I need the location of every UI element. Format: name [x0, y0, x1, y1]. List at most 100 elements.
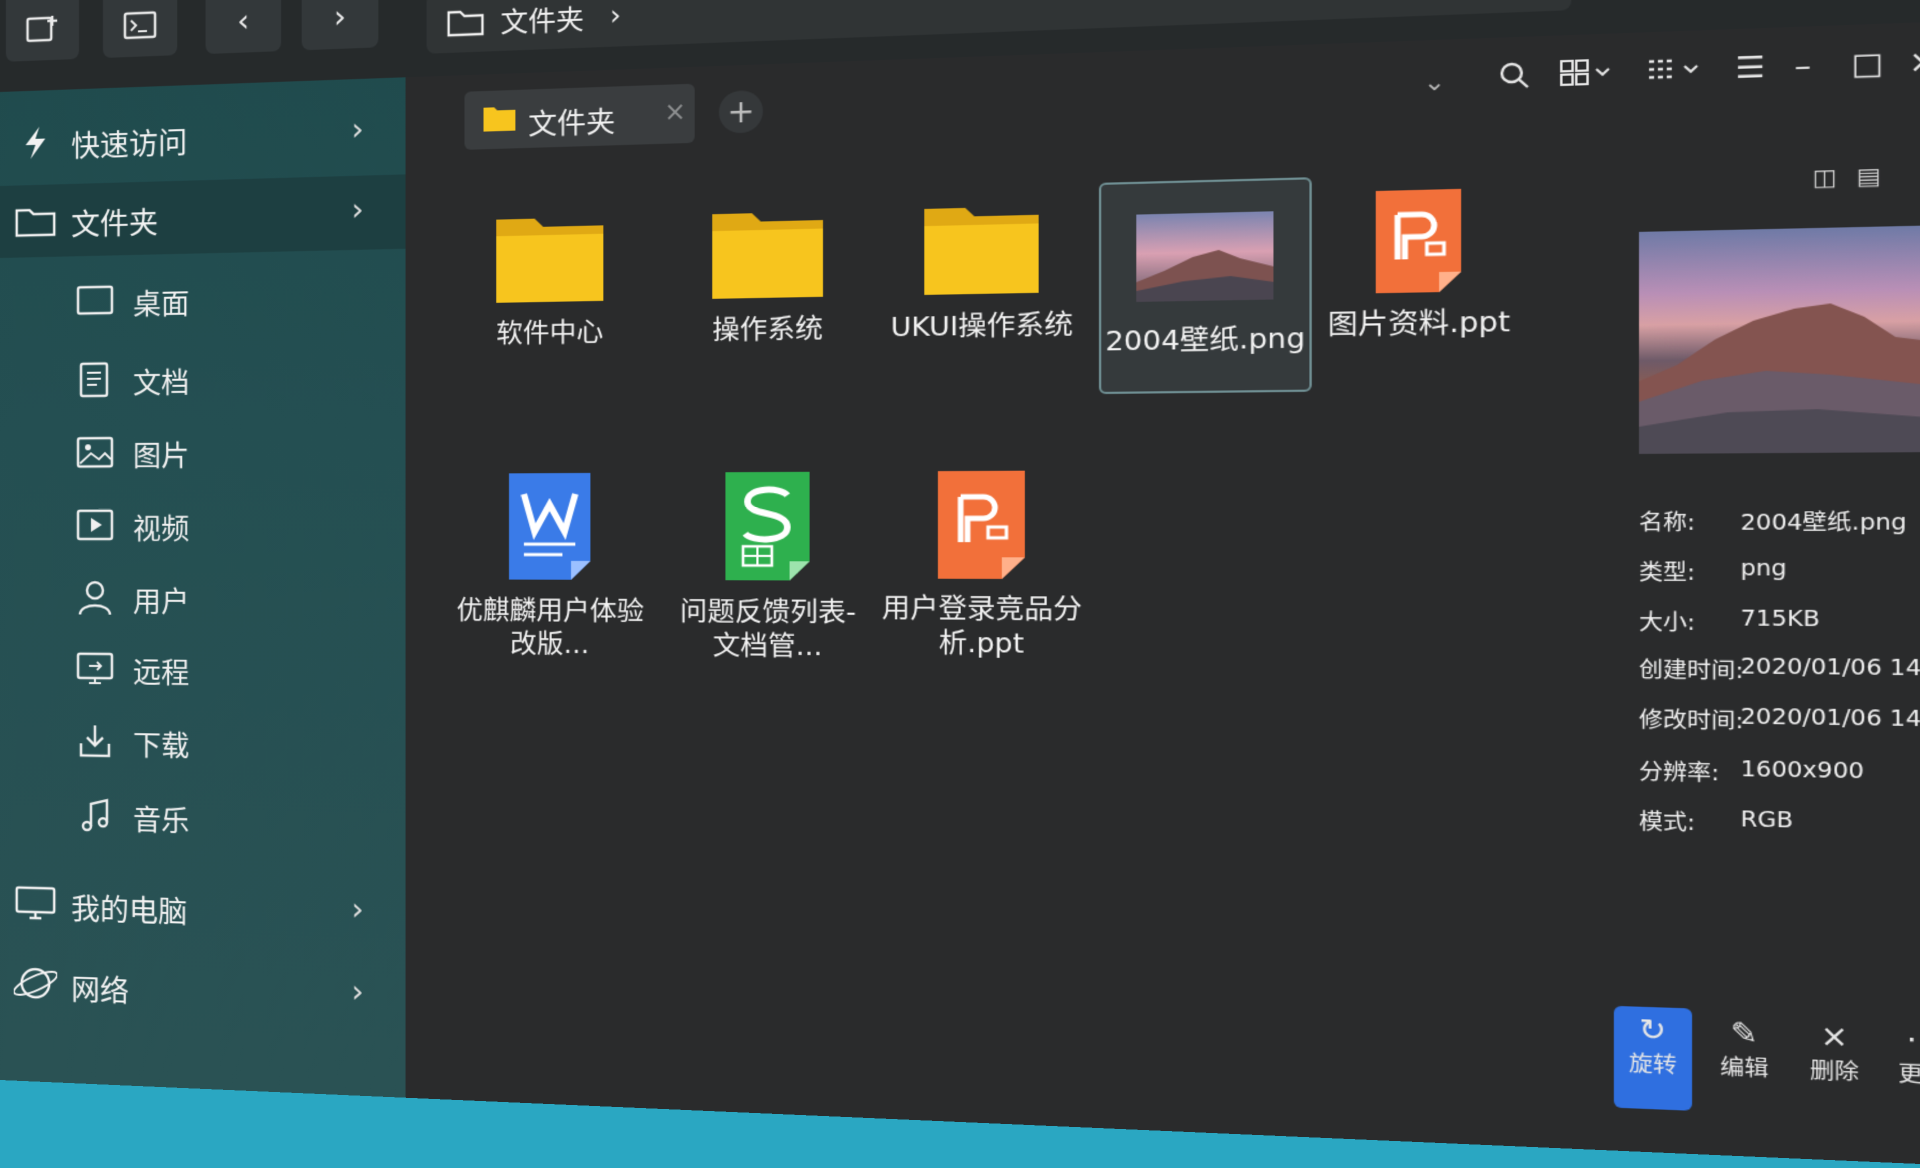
info-value: 715KB — [1740, 606, 1819, 632]
new-tab-button[interactable]: + — [719, 90, 763, 134]
document-icon — [75, 360, 115, 399]
forward-button[interactable]: › — [302, 0, 379, 50]
sidebar-item-label: 图片 — [133, 434, 189, 475]
delete-button[interactable]: × 删除 — [1794, 1012, 1874, 1087]
folder-outline-icon — [445, 6, 485, 39]
file-item-sheet[interactable]: 问题反馈列表-文档管... — [671, 467, 866, 664]
file-name: 2004壁纸.png — [1101, 321, 1309, 359]
lightning-icon — [14, 124, 57, 161]
ppt-file-icon — [927, 466, 1037, 583]
info-row-name: 名称: 2004壁纸.png — [1639, 505, 1920, 506]
tab-label: 文件夹 — [528, 99, 615, 143]
user-icon — [75, 578, 115, 616]
edit-label: 编辑 — [1720, 1055, 1769, 1082]
info-key: 名称: — [1639, 506, 1695, 537]
file-item-folder[interactable]: 操作系统 — [671, 200, 866, 348]
more-button[interactable]: ⋯ 更多 — [1882, 1015, 1920, 1091]
path-dropdown-icon[interactable]: ⌄ — [1423, 69, 1446, 98]
sidebar: 快速访问 › 文件夹 › 桌面 文档 图片 视频 用户 — [0, 0, 406, 1098]
breadcrumb[interactable]: 文件夹 — [500, 0, 583, 40]
delete-icon: × — [1794, 1019, 1874, 1056]
file-item-image[interactable]: 2004壁纸.png — [1099, 177, 1312, 394]
chevron-right-icon: › — [351, 974, 363, 1010]
delete-label: 删除 — [1810, 1058, 1859, 1085]
split-view-icon[interactable]: ◫ — [1812, 163, 1836, 191]
file-name: UKUI操作系统 — [881, 307, 1082, 345]
sidebar-item-downloads[interactable]: 下载 — [0, 706, 406, 780]
new-window-button[interactable] — [6, 0, 79, 62]
chevron-left-icon: ‹ — [237, 3, 249, 39]
spreadsheet-file-icon — [714, 467, 820, 586]
image-preview — [1639, 225, 1920, 453]
chevron-right-icon[interactable]: › — [610, 0, 621, 32]
close-icon[interactable]: × — [664, 97, 686, 127]
detail-view-icon[interactable]: ▤ — [1856, 162, 1881, 190]
sidebar-item-my-computer[interactable]: 我的电脑 › — [0, 866, 406, 951]
sidebar-item-label: 音乐 — [133, 799, 189, 841]
image-thumbnail — [1136, 211, 1273, 302]
rotate-icon: ↻ — [1614, 1013, 1692, 1050]
info-key: 修改时间: — [1639, 703, 1744, 735]
file-name: 用户登录竞品分析.ppt — [881, 591, 1082, 661]
video-icon — [75, 506, 115, 544]
info-value: 1600x900 — [1740, 757, 1864, 784]
sidebar-item-pictures[interactable]: 图片 — [0, 416, 406, 486]
file-item-folder[interactable]: UKUI操作系统 — [881, 194, 1082, 345]
edit-icon: ✎ — [1705, 1016, 1784, 1053]
file-item-ppt[interactable]: 图片资料.ppt — [1312, 183, 1527, 343]
sidebar-item-documents[interactable]: 文档 — [0, 342, 406, 414]
sidebar-item-label: 文件夹 — [71, 200, 158, 245]
info-row-created: 创建时间: 2020/01/06 14:03:22 — [1639, 653, 1920, 656]
info-value: 2004壁纸.png — [1740, 505, 1906, 536]
edit-button[interactable]: ✎ 编辑 — [1705, 1009, 1784, 1084]
file-name: 操作系统 — [671, 311, 866, 348]
sidebar-item-label: 网络 — [71, 966, 129, 1010]
sidebar-item-music[interactable]: 音乐 — [0, 780, 406, 856]
info-row-resolution: 分辨率: 1600x900 — [1639, 755, 1920, 760]
sidebar-item-label: 下载 — [133, 724, 189, 765]
chevron-right-icon: › — [351, 192, 363, 228]
folder-outline-icon — [14, 202, 57, 239]
file-name: 问题反馈列表-文档管... — [671, 595, 866, 664]
info-value: RGB — [1740, 807, 1793, 833]
chevron-right-icon: › — [351, 892, 363, 928]
chevron-right-icon: › — [334, 0, 346, 35]
file-item-folder[interactable]: 软件中心 — [456, 205, 644, 351]
info-value: 2020/01/06 14:03:22 — [1740, 704, 1920, 733]
info-key: 创建时间: — [1639, 653, 1744, 685]
info-row-size: 大小: 715KB — [1639, 606, 1920, 608]
file-item-word[interactable]: 优麒麟用户体验改版... — [456, 468, 644, 662]
chevron-right-icon: › — [351, 112, 363, 148]
sidebar-item-folder[interactable]: 文件夹 › — [0, 174, 406, 258]
sidebar-item-label: 远程 — [133, 651, 189, 692]
rotate-label: 旋转 — [1629, 1052, 1677, 1079]
search-button[interactable] — [1497, 59, 1532, 99]
sidebar-item-label: 快速访问 — [71, 120, 187, 166]
back-button[interactable]: ‹ — [206, 0, 282, 54]
rotate-button[interactable]: ↻ 旋转 — [1614, 1006, 1692, 1111]
file-manager-window: 快速访问 › 文件夹 › 桌面 文档 图片 视频 用户 — [0, 0, 1920, 1166]
info-row-modified: 修改时间: 2020/01/06 14:03:22 — [1639, 703, 1920, 707]
main-content: 文件夹 × + ⌄ ☰ – □ × 软件中心 操作系统 UKUI操作系统 — [406, 21, 1920, 1166]
sidebar-item-user[interactable]: 用户 — [0, 564, 406, 633]
network-icon — [14, 964, 57, 1002]
sidebar-item-videos[interactable]: 视频 — [0, 490, 406, 558]
word-file-icon — [498, 469, 601, 586]
sidebar-item-label: 用户 — [133, 580, 189, 621]
info-value: png — [1740, 556, 1786, 581]
sidebar-item-remote[interactable]: 远程 — [0, 634, 406, 705]
file-item-ppt[interactable]: 用户登录竞品分析.ppt — [881, 466, 1082, 662]
tab-folder[interactable]: 文件夹 × — [464, 84, 694, 150]
file-name: 软件中心 — [456, 315, 644, 351]
preview-picture — [1639, 225, 1920, 453]
terminal-button[interactable] — [103, 0, 177, 58]
info-key: 类型: — [1639, 556, 1695, 587]
sidebar-item-network[interactable]: 网络 › — [0, 946, 406, 1034]
music-icon — [75, 796, 115, 835]
folder-icon — [481, 102, 517, 134]
sidebar-item-desktop[interactable]: 桌面 — [0, 261, 406, 336]
plus-icon: + — [727, 93, 755, 131]
search-icon — [1497, 59, 1532, 92]
sidebar-item-quick-access[interactable]: 快速访问 › — [0, 94, 406, 180]
folder-icon — [706, 201, 830, 306]
